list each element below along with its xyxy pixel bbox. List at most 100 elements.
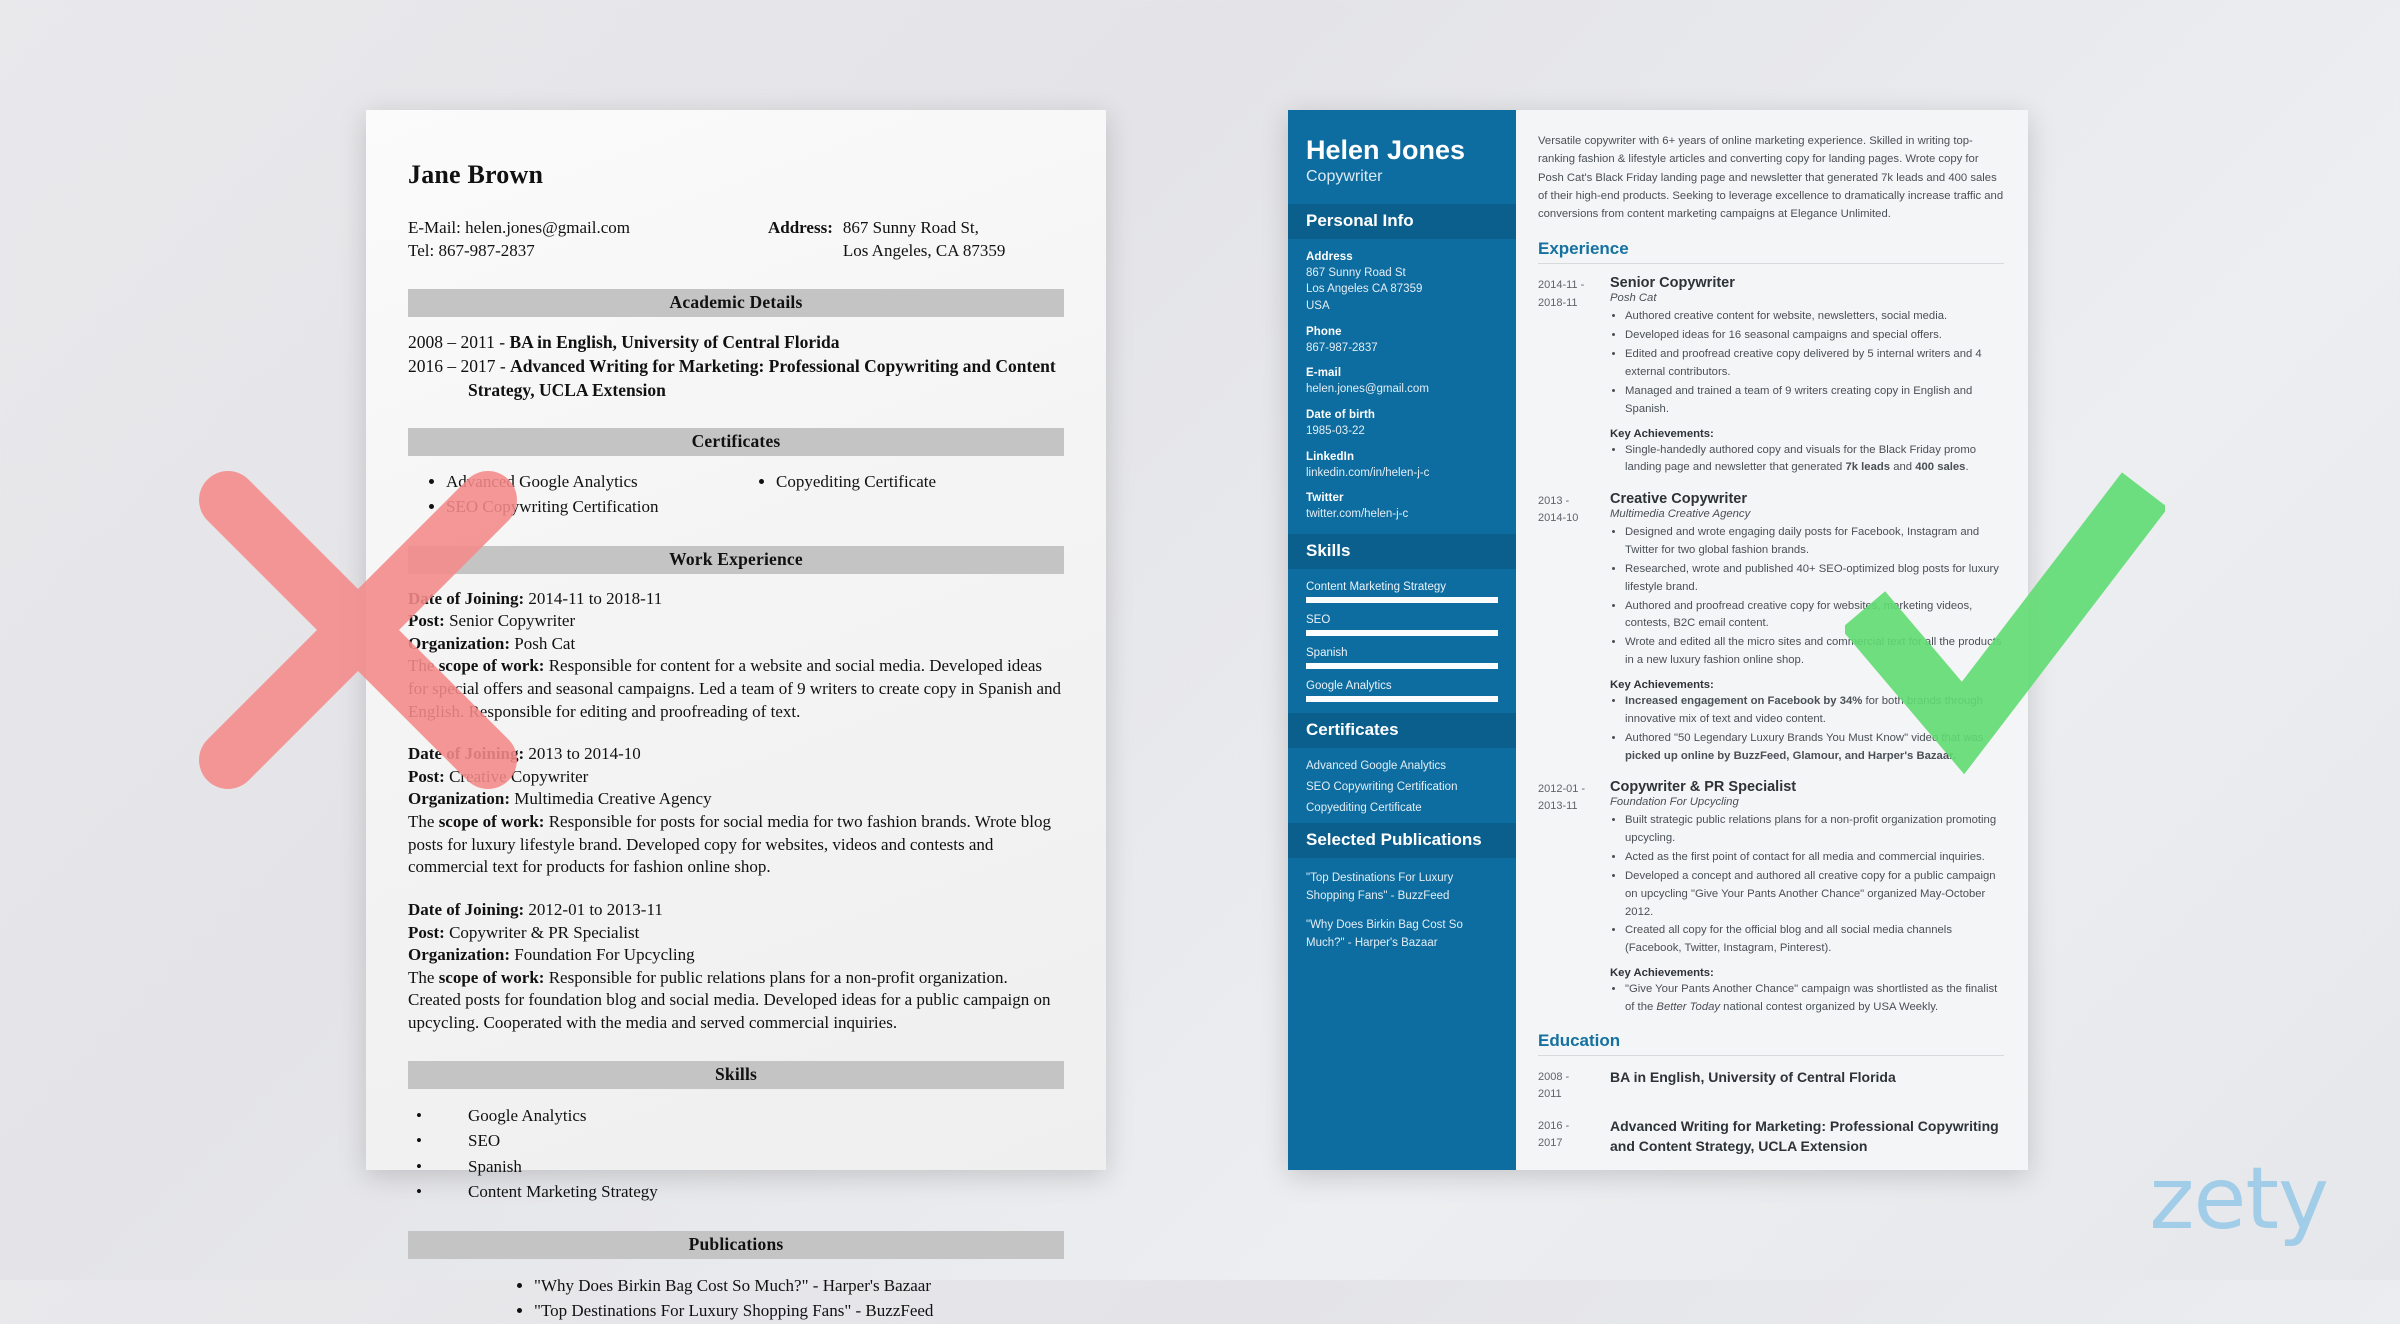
education-title: BA in English, University of Central Flo…	[1610, 1068, 1896, 1085]
skill-item: Google Analytics	[1288, 680, 1516, 703]
resume-name: Helen Jones	[1306, 135, 1466, 165]
personal-info-field: E-mail helen.jones@gmail.com	[1288, 367, 1516, 398]
skill-bar-track	[1306, 696, 1498, 703]
list-item: Advanced Google Analytics	[446, 470, 746, 495]
list-item: Researched, wrote and published 40+ SEO-…	[1625, 561, 2004, 597]
education-dates: 2016 -2017	[1538, 1119, 1570, 1149]
experience-dates: 2013 -2014-10	[1538, 495, 1579, 525]
key-achievements-label: Key Achievements:	[1610, 967, 1714, 980]
bad-resume-phone: Tel: 867-987-2837	[408, 241, 535, 261]
bad-education-list: 2008 – 2011 - BA in English, University …	[408, 331, 1064, 402]
personal-info-field: Address 867 Sunny Road St Los Angeles CA 8…	[1288, 251, 1516, 315]
skill-label: SEO	[1306, 614, 1331, 627]
bad-education-item: 2008 – 2011 - BA in English, University …	[408, 331, 1064, 355]
personal-info-field: Date of birth 1985-03-22	[1288, 409, 1516, 440]
list-item: Authored creative content for website, n…	[1625, 308, 2004, 326]
bad-skills-list: Google AnalyticsSEOSpanishContent Market…	[408, 1103, 1064, 1205]
list-item: Designed and wrote engaging daily posts …	[1625, 524, 2004, 560]
certificate-item: Copyediting Certificate	[1306, 802, 1422, 815]
bad-work-experience-list: Date of Joining: 2014-11 to 2018-11 Post:…	[408, 588, 1064, 1035]
section-header-experience: Experience	[1538, 239, 1629, 259]
section-rule	[1538, 263, 2004, 265]
bad-job-org: Organization: Multimedia Creative Agency	[408, 789, 712, 809]
personal-info-field: Twitter twitter.com/helen-j-c	[1288, 492, 1516, 523]
bad-section-header-publications: Publications	[408, 1230, 1064, 1259]
field-label: E-mail	[1306, 367, 1342, 380]
key-achievements-label: Key Achievements:	[1610, 678, 1714, 691]
publication-item: "Top Destinations For Luxury Shopping Fa…	[1306, 872, 1454, 902]
bad-education-years: 2016 – 2017 -	[408, 355, 511, 376]
field-label: Twitter	[1306, 492, 1344, 505]
bad-certificates-col1: Advanced Google Analytics SEO Copywritin…	[416, 470, 746, 519]
list-item: Edited and proofread creative copy deliv…	[1625, 346, 2004, 382]
sidebar-header-certificates: Certificates	[1288, 713, 1516, 749]
education-dates: 2008 -2011	[1538, 1070, 1570, 1100]
bad-publications-list: "Why Does Birkin Bag Cost So Much?" - Ha…	[408, 1273, 1064, 1324]
bad-section-header-skills: Skills	[408, 1060, 1064, 1089]
skills-list: Content Marketing Strategy SEO Spanish Goog…	[1288, 581, 1516, 703]
bad-resume-address-label: Address:	[768, 218, 833, 237]
resume-main-column: Versatile copywriter with 6+ years of on…	[1516, 110, 2028, 1170]
field-value: 867 Sunny Road St Los Angeles CA 87359 USA	[1306, 266, 1423, 313]
experience-dates: 2012-01 -2013-11	[1538, 783, 1586, 813]
resume-sidebar: Helen Jones Copywriter Personal Info Add…	[1288, 110, 1516, 1170]
list-item: Spanish	[416, 1154, 1064, 1180]
list-item: Developed ideas for 16 seasonal campaign…	[1625, 327, 2004, 345]
list-item: Built strategic public relations plans f…	[1625, 812, 2004, 848]
personal-info-fields: Address 867 Sunny Road St Los Angeles CA 8…	[1288, 251, 1516, 523]
list-item: Single-handedly authored copy and visual…	[1625, 442, 2004, 478]
experience-entry: 2012-01 -2013-11 Copywriter & PR Speciali…	[1538, 779, 2004, 1017]
list-item: "Why Does Birkin Bag Cost So Much?" - Ha…	[534, 1273, 1064, 1299]
skill-label: Content Marketing Strategy	[1306, 581, 1446, 594]
bad-job-scope: The scope of work: Responsible for publi…	[408, 967, 1051, 1032]
sidebar-header-publications: Selected Publications	[1288, 823, 1516, 859]
field-value: 1985-03-22	[1306, 425, 1365, 438]
field-value: linkedin.com/in/helen-j-c	[1306, 466, 1430, 479]
field-value: helen.jones@gmail.com	[1306, 383, 1429, 396]
bad-resume-address-line1: 867 Sunny Road St,	[842, 218, 979, 237]
skill-bar-fill	[1306, 696, 1498, 703]
experience-bullets: Authored creative content for website, n…	[1610, 308, 2004, 418]
list-item: Wrote and edited all the micro sites and…	[1625, 634, 2004, 670]
field-value: twitter.com/helen-j-c	[1306, 508, 1409, 521]
bad-resume-address-line2: Los Angeles, CA 87359	[842, 241, 1006, 261]
bad-job-entry: Date of Joining: 2014-11 to 2018-11 Post:…	[408, 588, 1064, 724]
experience-list: 2014-11 -2018-11 Senior Copywriter Posh Ca…	[1538, 275, 2004, 1017]
key-achievements-label: Key Achievements:	[1610, 427, 1714, 440]
publications-list: "Top Destinations For Luxury Shopping Fa…	[1288, 870, 1516, 952]
bad-section-header-certificates: Certificates	[408, 428, 1064, 457]
field-label: Date of birth	[1306, 409, 1376, 422]
experience-title: Creative Copywriter	[1610, 491, 1747, 508]
list-item: Authored "50 Legendary Luxury Brands You…	[1625, 730, 2004, 766]
publication-item: "Why Does Birkin Bag Cost So Much?" - Ha…	[1306, 918, 1463, 949]
bad-certificates-columns: Advanced Google Analytics SEO Copywritin…	[408, 470, 1064, 519]
list-item: "Give Your Pants Another Chance" campaig…	[1625, 981, 2004, 1017]
field-label: LinkedIn	[1306, 450, 1355, 463]
experience-title: Senior Copywriter	[1610, 275, 1735, 292]
bad-job-entry: Date of Joining: 2012-01 to 2013-11 Post:…	[408, 899, 1064, 1035]
list-item: SEO Copywriting Certification	[446, 495, 746, 520]
bad-job-date: Date of Joining: 2013 to 2014-10	[408, 744, 641, 764]
bad-job-scope: The scope of work: Responsible for conte…	[408, 656, 1062, 721]
bad-education-years: 2008 – 2011 -	[408, 331, 510, 352]
list-item: Managed and trained a team of 9 writers …	[1625, 383, 2004, 419]
skill-item: SEO	[1288, 614, 1516, 637]
list-item: Acted as the first point of contact for …	[1625, 849, 2004, 867]
field-label: Address	[1306, 250, 1353, 263]
sidebar-header-personal-info: Personal Info	[1288, 203, 1516, 239]
bad-section-header-academic: Academic Details	[408, 288, 1064, 317]
list-item: Developed a concept and authored all cre…	[1625, 868, 2004, 922]
bad-job-entry: Date of Joining: 2013 to 2014-10 Post: Cr…	[408, 743, 1064, 879]
experience-company: Foundation For Upcycling	[1610, 796, 1739, 809]
zety-logo: zety	[2149, 1149, 2329, 1249]
experience-entry: 2013 -2014-10 Creative Copywriter Multimed…	[1538, 491, 2004, 766]
bad-education-title-cont: Strategy, UCLA Extension	[468, 379, 666, 400]
skill-bar-fill	[1306, 663, 1498, 670]
skill-item: Content Marketing Strategy	[1288, 581, 1516, 604]
skill-bar-track	[1306, 663, 1498, 670]
personal-info-field: LinkedIn linkedin.com/in/helen-j-c	[1288, 451, 1516, 482]
skill-item: Spanish	[1288, 647, 1516, 670]
list-item: Created all copy for the official blog a…	[1625, 922, 2004, 958]
certificate-item: SEO Copywriting Certification	[1306, 781, 1458, 794]
experience-dates: 2014-11 -2018-11	[1538, 279, 1585, 309]
